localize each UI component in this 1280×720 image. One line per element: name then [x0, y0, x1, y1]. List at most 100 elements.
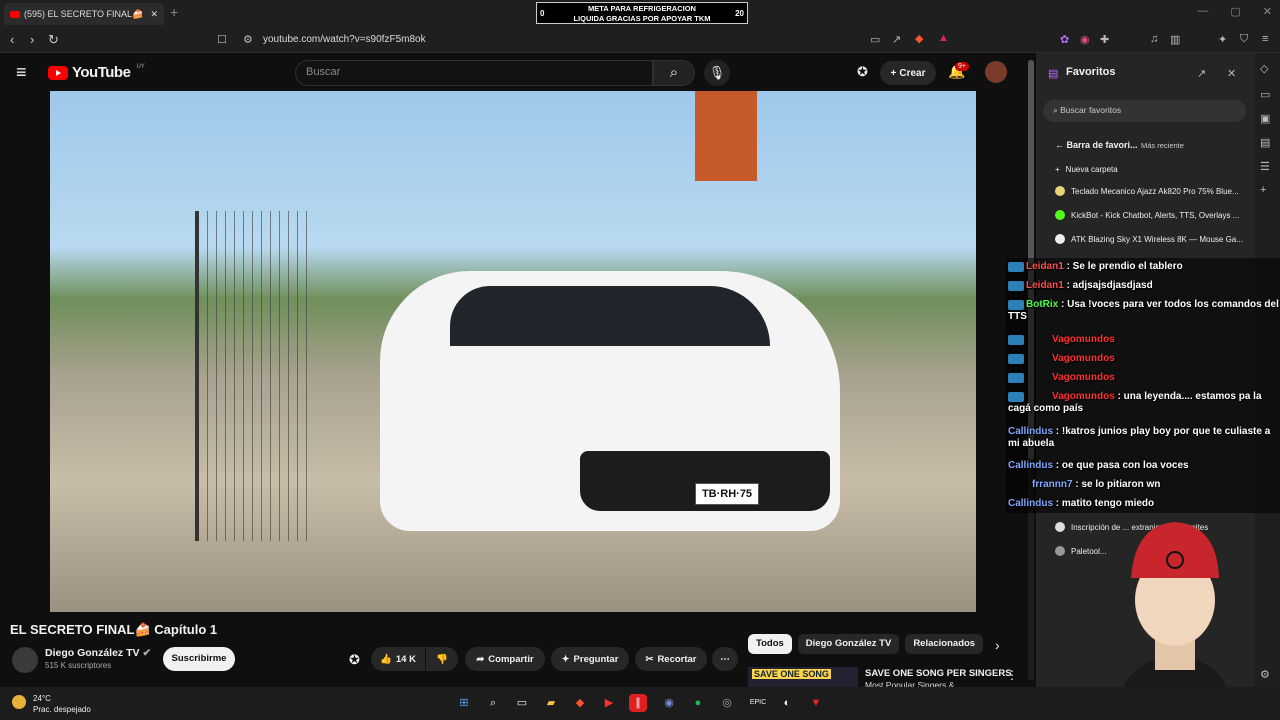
favorites-search-placeholder: Buscar favoritos	[1060, 105, 1122, 115]
license-plate: TB·RH·75	[695, 483, 759, 505]
mic-icon: 🎙	[708, 65, 726, 80]
kick-favicon-icon	[1055, 210, 1065, 220]
app-icon[interactable]: ∥	[629, 694, 647, 712]
brave-icon[interactable]: ◆	[571, 694, 589, 712]
sidebar-wallet-icon[interactable]: ▣	[1260, 112, 1270, 125]
subscribe-button[interactable]: Suscribirme	[163, 647, 235, 671]
share-button[interactable]: ➦ Compartir	[465, 647, 545, 671]
hamburger-menu-icon[interactable]: ≡	[16, 62, 27, 83]
chat-user: Vagomundos	[1052, 391, 1115, 402]
favorites-icon: ▤	[1048, 68, 1059, 80]
chat-text: : oe que pasa con loa voces	[1055, 460, 1189, 471]
create-button[interactable]: + Crear	[880, 61, 936, 85]
ai-icon[interactable]: ✦	[1218, 33, 1227, 46]
ask-label: Preguntar	[573, 653, 619, 665]
url-field[interactable]: youtube.com/watch?v=s90fzF5m8ok	[263, 34, 426, 45]
menu-icon[interactable]: ≡	[1262, 33, 1268, 45]
rec-more-icon[interactable]: ⋮	[1006, 668, 1018, 682]
spotify-icon[interactable]: ●	[689, 694, 707, 712]
task-view-icon[interactable]: ▭	[513, 694, 531, 712]
chip-channel[interactable]: Diego González TV	[797, 634, 900, 654]
cast-icon[interactable]: ▭	[870, 33, 880, 46]
tab-close-icon[interactable]: ✕	[150, 9, 158, 20]
window-controls: — ▢ ✕	[1197, 5, 1272, 18]
brave-shield-icon[interactable]: ◆	[915, 32, 923, 45]
roadside-sign	[695, 91, 757, 181]
share-page-icon[interactable]: ↗	[892, 33, 901, 46]
extensions-puzzle-icon[interactable]: ✚	[1100, 33, 1109, 46]
discord-icon[interactable]: ◉	[660, 694, 678, 712]
chips-next-icon[interactable]: ›	[995, 637, 1000, 653]
dislike-button[interactable]: 👎	[426, 647, 458, 671]
chat-message: Vagomundos : una leyenda.... estamos pa …	[1008, 391, 1280, 415]
share-label: Compartir	[488, 653, 534, 665]
vpn-icon[interactable]: ⛉	[1240, 33, 1248, 46]
open-external-icon[interactable]: ↗	[1197, 67, 1206, 80]
search-icon: ⌕	[669, 64, 679, 81]
plus-icon: +	[1055, 164, 1060, 174]
chat-user: Callindus	[1008, 498, 1054, 509]
browser-tab[interactable]: (595) EL SECRETO FINAL🍰 C ✕	[4, 3, 164, 25]
sidebar-toggle-icon[interactable]: ▥	[1170, 33, 1180, 46]
chat-user: Callindus	[1008, 460, 1054, 471]
ask-button[interactable]: ✦ Preguntar	[551, 647, 629, 671]
channel-avatar[interactable]	[12, 647, 38, 673]
goal-line2: LIQUIDA GRACIAS POR APOYAR TKM	[573, 14, 711, 23]
media-icon[interactable]: ♫	[1150, 33, 1158, 45]
file-explorer-icon[interactable]: ▰	[542, 694, 560, 712]
clip-button[interactable]: ✂ Recortar	[635, 647, 707, 671]
obs-icon[interactable]: ◐	[778, 694, 796, 712]
recommended-title[interactable]: SAVE ONE SONG PER SINGERS	[865, 668, 1012, 679]
chip-all[interactable]: Todos	[748, 634, 792, 654]
chat-message: Vagomundos	[1008, 334, 1280, 346]
steam-icon[interactable]: ◎	[718, 694, 736, 712]
sidebar-settings-icon[interactable]: ⚙	[1260, 668, 1270, 681]
close-panel-icon[interactable]: ✕	[1227, 67, 1236, 80]
favorites-folder-header[interactable]: ← Barra de favori... Más reciente	[1055, 140, 1245, 150]
rewards-icon[interactable]: ▲	[938, 32, 949, 44]
sidebar-chat-icon[interactable]: ▭	[1260, 88, 1270, 101]
taskbar-search-icon[interactable]: ⌕	[484, 694, 502, 712]
favorite-item[interactable]: KickBot - Kick Chatbot, Alerts, TTS, Ove…	[1055, 207, 1245, 223]
bookmark-icon[interactable]: ☐	[217, 33, 227, 46]
sidebar-reading-icon[interactable]: ☰	[1260, 160, 1270, 173]
more-actions-button[interactable]: ⋯	[712, 647, 738, 671]
sidebar-add-icon[interactable]: +	[1260, 184, 1266, 196]
chip-related[interactable]: Relacionados	[905, 634, 984, 654]
new-folder-item[interactable]: + Nueva carpeta	[1055, 161, 1245, 177]
valorant-icon[interactable]: ▼	[807, 694, 825, 712]
chat-badge-icon	[1008, 262, 1024, 272]
search-button[interactable]: ⌕	[653, 60, 695, 86]
youtube-logo[interactable]: YouTube UY	[48, 64, 145, 81]
favorites-search-input[interactable]: ⌕ Buscar favoritos	[1043, 100, 1246, 122]
red-beanie	[1131, 522, 1219, 578]
favorite-item[interactable]: ATK Blazing Sky X1 Wireless 8K — Mouse G…	[1055, 231, 1245, 247]
sort-label[interactable]: Más reciente	[1141, 141, 1184, 150]
media-player-icon[interactable]: ▶	[600, 694, 618, 712]
epic-games-icon[interactable]: EPIC	[749, 694, 767, 712]
favorite-item[interactable]: Teclado Mecanico Ajazz Ak820 Pro 75% Blu…	[1055, 183, 1245, 199]
account-avatar[interactable]	[985, 61, 1007, 83]
premium-icon[interactable]: ✪	[857, 64, 868, 80]
channel-name[interactable]: Diego González TV ✔	[45, 647, 151, 659]
extension-icon[interactable]: ✿	[1060, 33, 1069, 46]
search-input[interactable]: Buscar	[295, 60, 653, 86]
forward-icon[interactable]: ›	[30, 32, 34, 47]
reload-icon[interactable]: ↻	[48, 32, 59, 48]
like-button[interactable]: 👍 14 K	[371, 647, 425, 671]
fence	[195, 211, 315, 541]
sidebar-favorites-icon[interactable]: ▤	[1260, 136, 1270, 149]
back-icon[interactable]: ‹	[10, 32, 14, 47]
site-info-icon[interactable]: ⚙	[243, 33, 253, 46]
close-window-icon[interactable]: ✕	[1263, 5, 1272, 18]
video-player[interactable]: TB·RH·75	[50, 91, 976, 612]
temperature: 24°C	[33, 694, 51, 703]
new-tab-button[interactable]: +	[170, 4, 178, 20]
extension2-icon[interactable]: ◉	[1080, 33, 1090, 46]
voice-search-button[interactable]: 🎙	[704, 60, 730, 86]
start-windows-icon[interactable]: ⊞	[455, 694, 473, 712]
minimize-icon[interactable]: —	[1197, 5, 1208, 18]
sidebar-pin-icon[interactable]: ◇	[1260, 62, 1268, 75]
maximize-icon[interactable]: ▢	[1230, 5, 1240, 18]
youtube-play-icon	[48, 65, 68, 80]
